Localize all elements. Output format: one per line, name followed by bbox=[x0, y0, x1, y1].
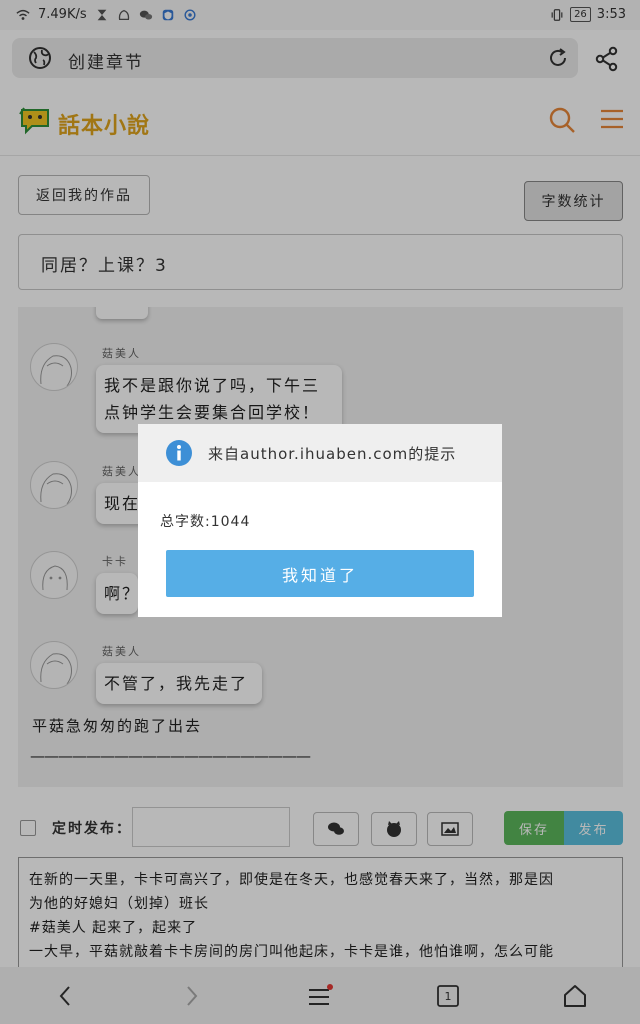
dialog-title: 来自author.ihuaben.com的提示 bbox=[208, 445, 457, 463]
info-icon bbox=[166, 440, 192, 466]
dialog-ok-button[interactable]: 我知道了 bbox=[166, 550, 474, 597]
dialog-message: 总字数:1044 bbox=[160, 514, 251, 530]
alert-dialog: 来自author.ihuaben.com的提示 总字数:1044 我知道了 bbox=[138, 424, 502, 617]
dialog-header: 来自author.ihuaben.com的提示 bbox=[138, 424, 502, 482]
